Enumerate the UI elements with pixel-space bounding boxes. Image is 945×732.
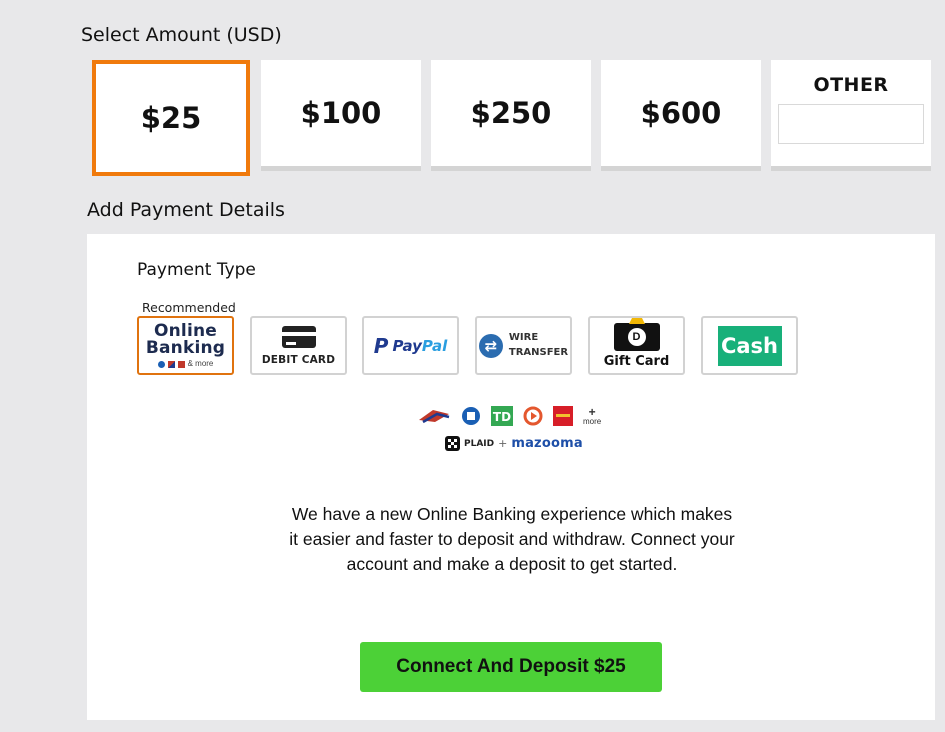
transfer-arrows-icon: ⇄	[478, 333, 503, 358]
amount-option-250[interactable]: $250	[431, 60, 591, 171]
credit-card-icon	[281, 325, 316, 348]
gift-card-label: Gift Card	[603, 353, 670, 369]
more-banks-label: more	[583, 416, 602, 426]
more-banks-icon: + more	[583, 406, 602, 426]
recommended-label: Recommended	[142, 300, 236, 315]
supported-banks-row: TD + more	[417, 406, 601, 426]
amount-label: $100	[300, 96, 382, 130]
bank-of-america-icon	[419, 410, 450, 424]
svg-text:TD: TD	[493, 410, 511, 424]
amount-label: $250	[470, 96, 552, 130]
plaid-icon	[445, 436, 460, 451]
amount-option-25[interactable]: $25	[92, 60, 250, 176]
amount-label: $25	[140, 101, 202, 135]
chase-mini-icon	[157, 360, 165, 368]
amount-option-other: OTHER	[771, 60, 931, 171]
paypal-icon: P	[373, 333, 389, 358]
draftkings-gift-card-icon: D	[613, 317, 660, 351]
cash-label: Cash	[720, 333, 779, 358]
payment-type-title: Payment Type	[137, 260, 256, 280]
gift-card-badge: D	[627, 327, 646, 346]
bofa-mini-icon	[167, 360, 175, 368]
plaid-mazooma-row: PLAID + mazooma	[445, 436, 583, 451]
paypal-part1: Pay	[392, 336, 422, 355]
amount-option-600[interactable]: $600	[601, 60, 761, 171]
wells-fargo-mini-icon	[177, 360, 185, 368]
citizens-icon	[523, 406, 543, 426]
payment-method-cash[interactable]: Cash	[701, 316, 798, 375]
other-amount-label: OTHER	[813, 74, 889, 96]
wells-fargo-icon	[553, 406, 573, 426]
payment-method-debit-card[interactable]: DEBIT CARD	[250, 316, 347, 375]
online-banking-description: We have a new Online Banking experience …	[289, 504, 735, 574]
plaid-label: PLAID	[464, 438, 495, 449]
and-more-label: & more	[187, 359, 214, 368]
amount-label: $600	[640, 96, 722, 130]
paypal-part2: Pal	[421, 336, 448, 355]
td-bank-icon: TD	[491, 406, 513, 426]
wire-transfer-label: WIRE TRANSFER	[509, 331, 568, 360]
payment-method-paypal[interactable]: P PayPal	[362, 316, 459, 375]
other-amount-input[interactable]	[778, 104, 924, 144]
payment-method-gift-card[interactable]: D Gift Card	[588, 316, 685, 375]
paypal-wordmark: PayPal	[392, 337, 447, 355]
select-amount-title: Select Amount (USD)	[81, 24, 282, 46]
payment-panel: Payment Type Recommended Online Banking …	[87, 234, 935, 720]
debit-card-label: DEBIT CARD	[261, 353, 336, 366]
cash-logo: Cash	[717, 325, 782, 366]
online-banking-line2: Banking	[145, 338, 226, 358]
plus-separator: +	[498, 437, 508, 450]
connect-and-deposit-button[interactable]: Connect And Deposit $25	[360, 642, 662, 692]
wire-label-line1: WIRE	[508, 332, 539, 343]
crown-icon	[628, 317, 645, 324]
payment-method-wire-transfer[interactable]: ⇄ WIRE TRANSFER	[475, 316, 572, 375]
add-payment-details-title: Add Payment Details	[87, 199, 285, 221]
payment-method-online-banking[interactable]: Online Banking & more	[137, 316, 234, 375]
wire-label-line2: TRANSFER	[508, 346, 569, 358]
mazooma-label: mazooma	[511, 436, 583, 451]
chase-icon	[462, 407, 480, 425]
amount-option-100[interactable]: $100	[261, 60, 421, 171]
